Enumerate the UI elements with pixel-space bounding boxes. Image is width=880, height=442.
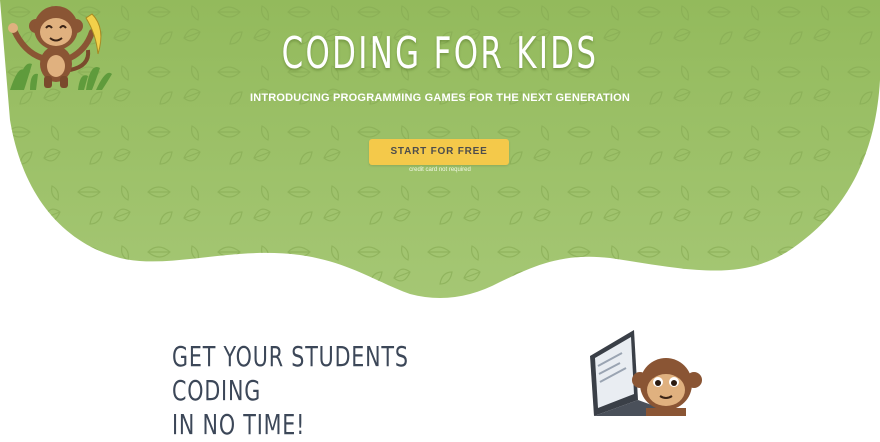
section-heading: GET YOUR STUDENTS CODING IN NO TIME! (172, 340, 434, 442)
section-heading-line2: IN NO TIME! (172, 408, 306, 441)
start-for-free-button[interactable]: START FOR FREE (369, 139, 509, 165)
section-heading-line1: GET YOUR STUDENTS CODING (172, 340, 409, 407)
hero-subtitle: INTRODUCING PROGRAMMING GAMES FOR THE NE… (249, 92, 631, 104)
monkey-laptop-icon (590, 330, 702, 416)
monkey-mascot-icon (8, 6, 112, 90)
hero-title: CODING FOR KIDS (281, 28, 599, 79)
cta-note: credit card not required (409, 167, 471, 173)
hero-section: CODING FOR KIDS INTRODUCING PROGRAMMING … (0, 0, 880, 310)
